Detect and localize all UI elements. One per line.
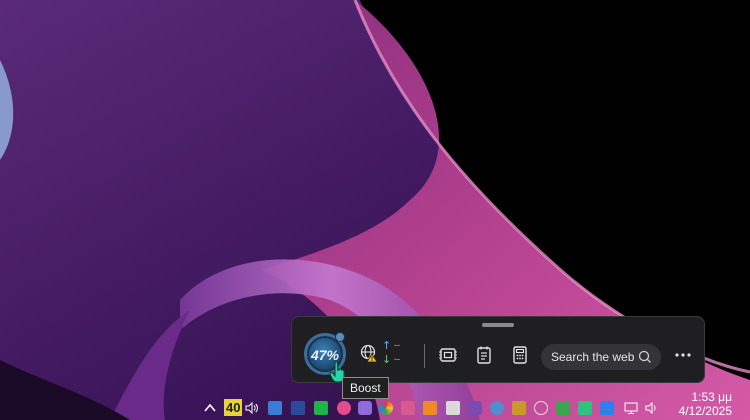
clock-date: 4/12/2025 — [678, 404, 732, 418]
drag-handle[interactable] — [482, 323, 514, 327]
more-options-button[interactable] — [672, 345, 694, 365]
taskbar: 40 1:53 μμ 4/12/2025 — [0, 390, 750, 420]
download-arrow-icon: ↓ — [382, 353, 392, 366]
network-globe-icon[interactable] — [360, 344, 378, 362]
clock-time: 1:53 μμ — [691, 390, 732, 404]
calculator-icon[interactable] — [510, 345, 530, 365]
upload-arrow-icon: ↑ — [382, 339, 392, 352]
security-shield-icon[interactable] — [600, 401, 614, 415]
search-web-button[interactable]: Search the web — [541, 344, 661, 370]
clipboard-icon[interactable] — [446, 401, 460, 415]
network-monitor-icon[interactable] — [624, 401, 638, 415]
app-tray-icon-11[interactable] — [534, 401, 548, 415]
volume-icon[interactable] — [245, 401, 259, 415]
app-tray-icon-1[interactable] — [268, 401, 282, 415]
boost-tooltip: Boost — [342, 377, 389, 399]
app-tray-icon-8[interactable] — [423, 401, 437, 415]
search-icon — [638, 350, 651, 363]
tray-fps-badge[interactable]: 40 — [224, 399, 243, 416]
ram-chip-icon[interactable] — [438, 345, 458, 365]
chevron-up-icon[interactable] — [202, 399, 218, 417]
taskbar-clock[interactable]: 1:53 μμ 4/12/2025 — [679, 390, 732, 418]
search-label: Search the web — [551, 350, 635, 364]
app-tray-icon-4[interactable] — [337, 401, 351, 415]
network-speed: ↑ -- ↓ -- — [382, 337, 410, 367]
upload-speed: -- — [394, 340, 400, 350]
speaker-icon[interactable] — [645, 401, 659, 415]
slack-icon[interactable] — [468, 401, 482, 415]
game-booster-widget-bar: 47% ↑ -- ↓ -- Search the web — [291, 316, 705, 383]
notes-icon[interactable] — [474, 345, 494, 365]
app-tray-icon-5[interactable] — [358, 401, 372, 415]
app-tray-icon-13[interactable] — [578, 401, 592, 415]
app-tray-icon-3[interactable] — [314, 401, 328, 415]
download-speed: -- — [394, 354, 400, 364]
app-tray-icon-7[interactable] — [401, 401, 415, 415]
app-tray-icon-2[interactable] — [291, 401, 305, 415]
app-tray-icon-6[interactable] — [379, 401, 393, 415]
dial-knob — [335, 332, 345, 342]
app-tray-icon-12[interactable] — [556, 401, 570, 415]
app-tray-icon-10[interactable] — [512, 401, 526, 415]
divider — [424, 344, 425, 368]
app-tray-icon-9[interactable] — [490, 401, 504, 415]
